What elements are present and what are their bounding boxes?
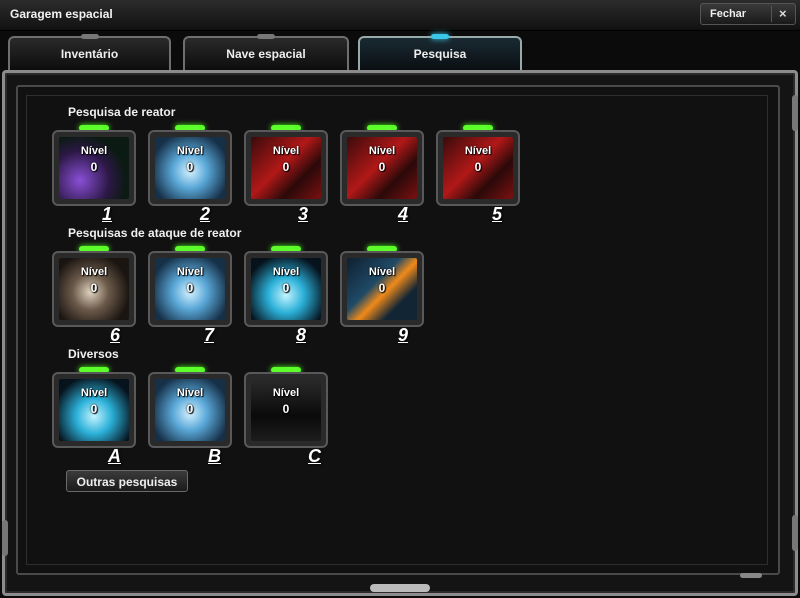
level-value: 0 (378, 281, 386, 295)
research-slot-b[interactable]: Nível 0 B (148, 367, 232, 466)
slot-tag: 7 (204, 325, 215, 345)
close-icon[interactable]: × (779, 6, 787, 21)
slot-tag: A (108, 446, 121, 466)
tab-label: Pesquisa (413, 47, 467, 61)
research-slot-9[interactable]: Nível 0 9 (340, 246, 424, 345)
window-title: Garagem espacial (10, 7, 113, 21)
level-label: Nível (272, 387, 300, 399)
tab-indicator (431, 34, 449, 39)
level-value: 0 (90, 160, 98, 174)
level-value: 0 (90, 402, 98, 416)
level-value: 0 (282, 160, 290, 174)
research-slot-7[interactable]: Nível 0 7 (148, 246, 232, 345)
slot-tag: 4 (398, 204, 409, 224)
frame-corner-handle (740, 573, 762, 578)
level-value: 0 (186, 160, 194, 174)
section-title-reactor: Pesquisa de reator (68, 105, 176, 119)
research-slot-a[interactable]: Nível 0 A (52, 367, 136, 466)
level-label: Nível (464, 145, 492, 157)
level-label: Nível (176, 266, 204, 278)
level-label: Nível (80, 266, 108, 278)
tab-nave-espacial[interactable]: Nave espacial (183, 34, 349, 70)
close-button-label: Fechar (710, 8, 747, 20)
slot-tag: B (208, 446, 221, 466)
level-label: Nível (80, 145, 108, 157)
level-label: Nível (368, 266, 396, 278)
frame-decoration (2, 520, 8, 556)
research-slot-6[interactable]: Nível 0 6 (52, 246, 136, 345)
close-button-divider (771, 6, 772, 22)
tab-indicator (80, 34, 99, 39)
frame-bottom-handle (370, 584, 430, 592)
research-slot-1[interactable]: Nível 0 1 (52, 125, 136, 224)
research-slot-5[interactable]: Nível 0 5 (436, 125, 520, 224)
tab-label: Inventário (60, 47, 119, 61)
slot-tag: 1 (102, 204, 113, 224)
slot-tag: 6 (110, 325, 121, 345)
frame-decoration (792, 515, 798, 551)
slot-tag: 8 (296, 325, 307, 345)
level-label: Nível (272, 266, 300, 278)
close-button[interactable]: Fechar × (700, 3, 796, 25)
tab-inventario[interactable]: Inventário (8, 34, 171, 70)
level-value: 0 (282, 281, 290, 295)
level-value: 0 (90, 281, 98, 295)
level-value: 0 (282, 402, 290, 416)
level-value: 0 (474, 160, 482, 174)
slot-tag: 3 (298, 204, 309, 224)
section-title-misc: Diversos (68, 347, 119, 361)
frame-decoration (792, 95, 798, 131)
section-title-attack: Pesquisas de ataque de reator (68, 226, 242, 240)
level-label: Nível (176, 387, 204, 399)
other-research-button[interactable]: Outras pesquisas (66, 470, 188, 492)
tab-label: Nave espacial (226, 47, 306, 61)
research-slot-4[interactable]: Nível 0 4 (340, 125, 424, 224)
other-research-label: Outras pesquisas (76, 475, 178, 489)
research-slot-3[interactable]: Nível 0 3 (244, 125, 328, 224)
level-value: 0 (186, 281, 194, 295)
level-value: 0 (186, 402, 194, 416)
slot-tag: 5 (492, 204, 503, 224)
level-label: Nível (176, 145, 204, 157)
research-slot-2[interactable]: Nível 0 2 (148, 125, 232, 224)
slot-tag: 2 (200, 204, 211, 224)
level-label: Nível (272, 145, 300, 157)
level-value: 0 (378, 160, 386, 174)
level-label: Nível (368, 145, 396, 157)
slot-tag: 9 (398, 325, 409, 345)
level-label: Nível (80, 387, 108, 399)
title-bar: Garagem espacial Fechar × (0, 0, 800, 31)
research-slot-c[interactable]: Nível 0 C (244, 367, 328, 466)
tab-indicator (257, 34, 275, 39)
research-slot-8[interactable]: Nível 0 8 (244, 246, 328, 345)
tab-pesquisa[interactable]: Pesquisa (358, 34, 522, 70)
slot-tag: C (308, 446, 321, 466)
